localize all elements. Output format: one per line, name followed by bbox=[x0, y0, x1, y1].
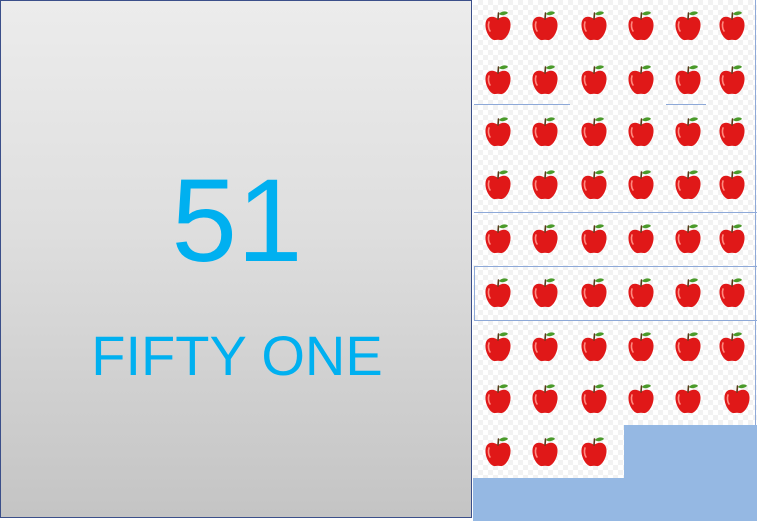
apple-icon bbox=[581, 117, 607, 147]
apple-icon bbox=[675, 65, 701, 95]
apple-icon bbox=[581, 170, 607, 200]
apple-icon bbox=[485, 170, 511, 200]
apple-icon bbox=[628, 224, 654, 254]
grid-line bbox=[755, 0, 756, 425]
apple-icon bbox=[485, 278, 511, 308]
apple-icon bbox=[581, 11, 607, 41]
apple-icon bbox=[675, 224, 701, 254]
apple-icon bbox=[532, 170, 558, 200]
apple-icon bbox=[581, 278, 607, 308]
apple-icon bbox=[628, 11, 654, 41]
apple-icon bbox=[532, 278, 558, 308]
counting-slide: 51 FIFTY ONE bbox=[0, 0, 757, 521]
apple-icon bbox=[719, 224, 745, 254]
grid-line bbox=[474, 320, 570, 321]
apple-icon bbox=[628, 170, 654, 200]
grid-line bbox=[474, 266, 757, 267]
apple-icon bbox=[719, 278, 745, 308]
number-word: FIFTY ONE bbox=[91, 324, 383, 387]
grid-line bbox=[474, 104, 570, 105]
apple-icon bbox=[485, 11, 511, 41]
number-numeral: 51 bbox=[171, 155, 303, 287]
apple-icon bbox=[675, 278, 701, 308]
apple-icon bbox=[724, 384, 750, 414]
apple-icon bbox=[719, 170, 745, 200]
apple-icon bbox=[628, 117, 654, 147]
apple-icon bbox=[581, 384, 607, 414]
empty-area-strip bbox=[473, 478, 757, 521]
apple-icon bbox=[719, 117, 745, 147]
grid-line bbox=[570, 212, 757, 213]
apple-icon bbox=[581, 332, 607, 362]
apple-icon bbox=[532, 117, 558, 147]
apple-icon bbox=[675, 170, 701, 200]
grid-line bbox=[474, 212, 570, 213]
apple-icon bbox=[485, 384, 511, 414]
apple-icon bbox=[719, 11, 745, 41]
apple-icon bbox=[628, 332, 654, 362]
apple-icon bbox=[581, 65, 607, 95]
apple-icon bbox=[628, 384, 654, 414]
apple-icon bbox=[532, 65, 558, 95]
apple-icon bbox=[485, 117, 511, 147]
number-card: 51 FIFTY ONE bbox=[0, 0, 472, 518]
grid-line bbox=[666, 104, 706, 105]
apple-icon bbox=[532, 437, 558, 467]
apple-icon bbox=[581, 224, 607, 254]
apple-icon bbox=[485, 224, 511, 254]
apple-icon bbox=[485, 437, 511, 467]
apple-icon bbox=[532, 11, 558, 41]
apple-icon bbox=[675, 384, 701, 414]
apple-icon bbox=[485, 65, 511, 95]
apple-icon bbox=[532, 384, 558, 414]
apple-icon bbox=[532, 224, 558, 254]
apple-icon bbox=[675, 332, 701, 362]
apple-icon bbox=[675, 117, 701, 147]
apple-icon bbox=[532, 332, 558, 362]
apple-icon bbox=[581, 437, 607, 467]
grid-line bbox=[570, 320, 757, 321]
apple-icon bbox=[628, 65, 654, 95]
apple-icon bbox=[719, 332, 745, 362]
apple-icon bbox=[485, 332, 511, 362]
apple-icon bbox=[628, 278, 654, 308]
apple-icon bbox=[675, 11, 701, 41]
apple-icon bbox=[719, 65, 745, 95]
grid-line bbox=[474, 266, 475, 320]
